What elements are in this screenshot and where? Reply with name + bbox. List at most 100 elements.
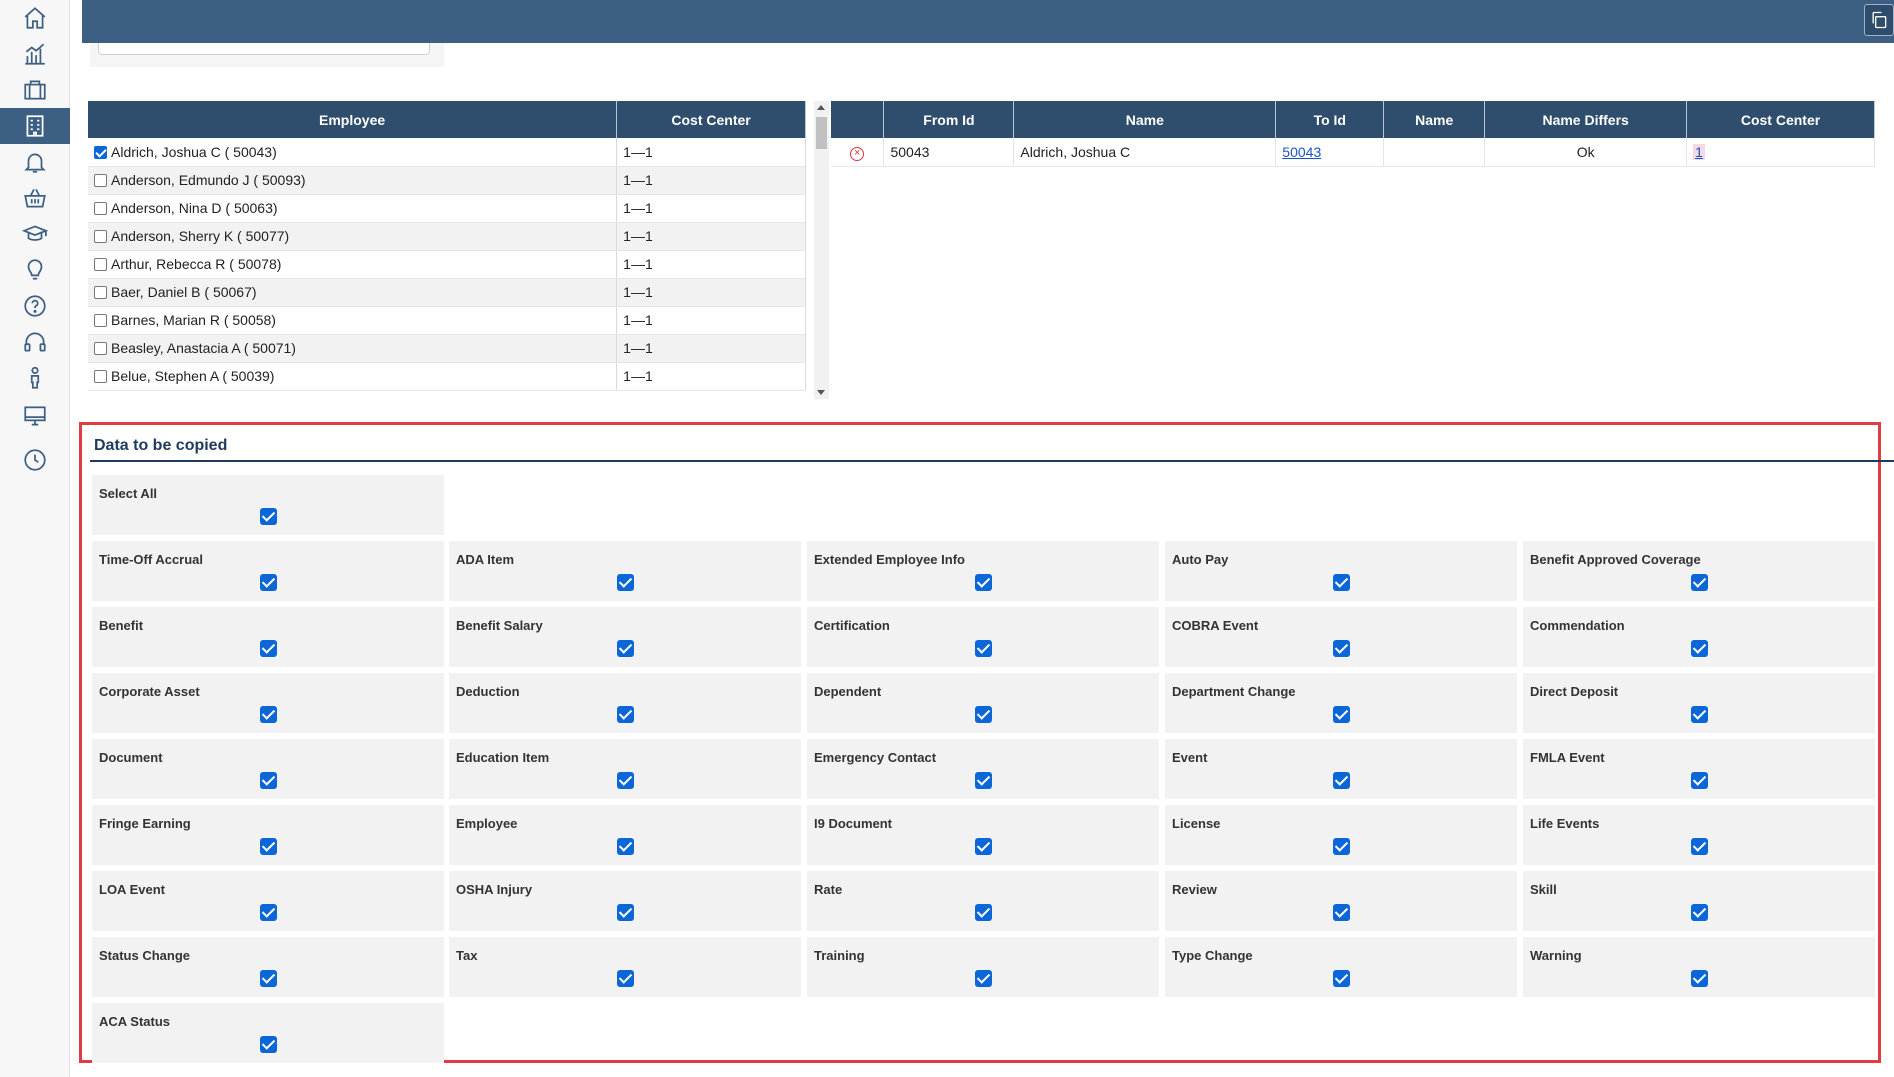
name-differs-cell: Ok <box>1484 138 1688 167</box>
scroll-thumb[interactable] <box>816 117 827 149</box>
aca-status-checkbox[interactable] <box>260 1036 277 1053</box>
warning-checkbox[interactable] <box>1691 970 1708 987</box>
sidebar-item-analytics[interactable] <box>0 36 70 72</box>
column-header-name[interactable]: Name <box>1013 101 1277 138</box>
table-row[interactable]: Anderson, Sherry K ( 50077) 1—1 <box>88 222 806 251</box>
employee-table-container[interactable]: Employee Cost Center Aldrich, Joshua C (… <box>88 101 806 399</box>
employee-row-checkbox[interactable] <box>94 342 107 355</box>
employee-row-checkbox[interactable] <box>94 145 107 159</box>
benefit-salary-checkbox[interactable] <box>617 640 634 657</box>
life-events-checkbox[interactable] <box>1691 838 1708 855</box>
emergency-contact-checkbox[interactable] <box>975 772 992 789</box>
employee-row-checkbox[interactable] <box>94 202 107 215</box>
sidebar-item-history[interactable] <box>0 442 70 478</box>
ada-item-checkbox[interactable] <box>617 574 634 591</box>
option-benefit-salary: Benefit Salary <box>449 607 801 667</box>
employee-checkbox[interactable] <box>617 838 634 855</box>
type-change-checkbox[interactable] <box>1333 970 1350 987</box>
employee-row-checkbox[interactable] <box>94 258 107 271</box>
loa-event-checkbox[interactable] <box>260 904 277 921</box>
filter-input[interactable] <box>98 43 430 55</box>
option-label: Event <box>1172 750 1208 765</box>
deduction-checkbox[interactable] <box>617 706 634 723</box>
table-row[interactable]: Barnes, Marian R ( 50058) 1—1 <box>88 306 806 335</box>
option-label: ACA Status <box>99 1014 171 1029</box>
certification-checkbox[interactable] <box>975 640 992 657</box>
sidebar-item-support[interactable] <box>0 324 70 360</box>
benefit-checkbox[interactable] <box>260 640 277 657</box>
benefit-approved-coverage-checkbox[interactable] <box>1691 574 1708 591</box>
sidebar-item-training[interactable] <box>0 216 70 252</box>
fringe-earning-checkbox[interactable] <box>260 838 277 855</box>
table-row[interactable]: Arthur, Rebecca R ( 50078) 1—1 <box>88 250 806 279</box>
option-license: License <box>1165 805 1517 865</box>
column-header-to-id[interactable]: To Id <box>1275 101 1385 138</box>
copy-button[interactable] <box>1864 4 1894 36</box>
employee-row-checkbox[interactable] <box>94 286 107 299</box>
table-row[interactable]: Aldrich, Joshua C ( 50043) 1—1 <box>88 138 806 167</box>
column-header-cost-center[interactable]: Cost Center <box>616 101 806 138</box>
column-header-name-differs[interactable]: Name Differs <box>1484 101 1688 138</box>
training-checkbox[interactable] <box>975 970 992 987</box>
i9-document-checkbox[interactable] <box>975 838 992 855</box>
table-row[interactable]: Anderson, Edmundo J ( 50093) 1—1 <box>88 166 806 195</box>
option-warning: Warning <box>1523 937 1875 997</box>
time-off-accrual-checkbox[interactable] <box>260 574 277 591</box>
table-row[interactable]: Baer, Daniel B ( 50067) 1—1 <box>88 278 806 307</box>
sidebar-item-briefcase[interactable] <box>0 72 70 108</box>
license-checkbox[interactable] <box>1333 838 1350 855</box>
sidebar-item-company[interactable] <box>0 108 70 144</box>
employee-row-checkbox[interactable] <box>94 370 107 383</box>
skill-checkbox[interactable] <box>1691 904 1708 921</box>
sidebar-item-help[interactable] <box>0 288 70 324</box>
cobra-event-checkbox[interactable] <box>1333 640 1350 657</box>
education-item-checkbox[interactable] <box>617 772 634 789</box>
table-row: × 50043 Aldrich, Joshua C 50043 Ok 1 <box>831 138 1875 167</box>
to-name-cell <box>1383 138 1486 167</box>
sidebar-item-notifications[interactable] <box>0 144 70 180</box>
column-header-employee[interactable]: Employee <box>88 101 618 138</box>
table-row[interactable]: Beasley, Anastacia A ( 50071) 1—1 <box>88 334 806 363</box>
option-label: OSHA Injury <box>456 882 533 897</box>
column-header-to-name[interactable]: Name <box>1383 101 1486 138</box>
auto-pay-checkbox[interactable] <box>1333 574 1350 591</box>
corporate-asset-checkbox[interactable] <box>260 706 277 723</box>
option-label: Commendation <box>1530 618 1625 633</box>
remove-circle-icon[interactable]: × <box>850 146 865 161</box>
option-aca-status: ACA Status <box>92 1003 444 1063</box>
extended-employee-info-checkbox[interactable] <box>975 574 992 591</box>
employee-row-checkbox[interactable] <box>94 314 107 327</box>
cost-center-link[interactable]: 1 <box>1693 143 1705 160</box>
status-change-checkbox[interactable] <box>260 970 277 987</box>
sidebar-item-desktop[interactable] <box>0 398 70 434</box>
scroll-down-arrow-icon[interactable] <box>817 390 825 395</box>
dependent-checkbox[interactable] <box>975 706 992 723</box>
employee-row-checkbox[interactable] <box>94 174 107 187</box>
employee-table-scrollbar[interactable] <box>814 101 829 399</box>
briefcase-icon <box>24 80 46 100</box>
direct-deposit-checkbox[interactable] <box>1691 706 1708 723</box>
column-header-map-cost-center[interactable]: Cost Center <box>1686 101 1875 138</box>
employee-row-checkbox[interactable] <box>94 230 107 243</box>
sidebar-item-ideas[interactable] <box>0 252 70 288</box>
department-change-checkbox[interactable] <box>1333 706 1350 723</box>
fmla-event-checkbox[interactable] <box>1691 772 1708 789</box>
scroll-up-arrow-icon[interactable] <box>817 105 825 110</box>
select-all-checkbox[interactable] <box>260 508 277 525</box>
table-row[interactable]: Anderson, Nina D ( 50063) 1—1 <box>88 194 806 223</box>
sidebar-item-person[interactable] <box>0 360 70 396</box>
table-row[interactable]: Belue, Stephen A ( 50039) 1—1 <box>88 362 806 391</box>
to-id-link[interactable]: 50043 <box>1282 144 1321 160</box>
sidebar-item-home[interactable] <box>0 0 70 36</box>
review-checkbox[interactable] <box>1333 904 1350 921</box>
rate-checkbox[interactable] <box>975 904 992 921</box>
event-checkbox[interactable] <box>1333 772 1350 789</box>
commendation-checkbox[interactable] <box>1691 640 1708 657</box>
document-checkbox[interactable] <box>260 772 277 789</box>
sidebar-item-basket[interactable] <box>0 180 70 216</box>
option-department-change: Department Change <box>1165 673 1517 733</box>
option-document: Document <box>92 739 444 799</box>
osha-injury-checkbox[interactable] <box>617 904 634 921</box>
tax-checkbox[interactable] <box>617 970 634 987</box>
column-header-from-id[interactable]: From Id <box>883 101 1015 138</box>
